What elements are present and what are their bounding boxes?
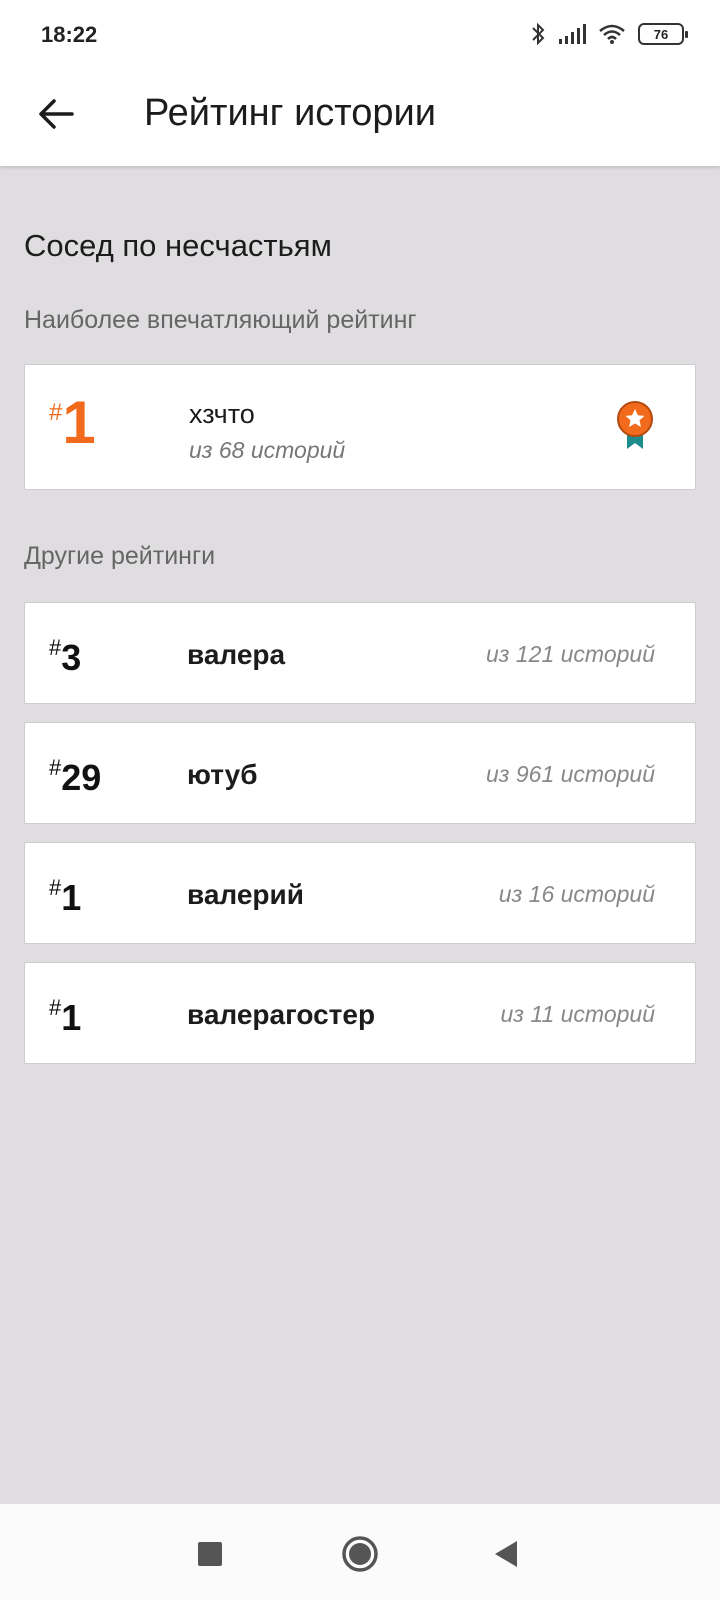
category-name: ютуб [187, 759, 258, 790]
rank-number: 1 [62, 389, 96, 456]
category-total: из 68 историй [189, 437, 346, 463]
rank-number: 3 [61, 637, 82, 678]
rating-row[interactable]: #3 валера из 121 историй [24, 602, 696, 704]
home-circle-icon [342, 1536, 378, 1572]
rank-hash: # [49, 635, 62, 660]
system-nav-bar [0, 1504, 720, 1600]
category-name: хзчто [189, 399, 255, 429]
rank: #1 [49, 995, 82, 1039]
rank: #29 [49, 755, 102, 799]
arrow-left-icon [39, 99, 74, 129]
home-button[interactable] [340, 1534, 380, 1574]
rank: #1 [49, 875, 82, 919]
rating-row[interactable]: #1 валерагостер из 11 историй [24, 962, 696, 1064]
category-name: валерагостер [187, 999, 376, 1030]
back-button[interactable] [32, 90, 80, 138]
rank-number: 1 [61, 997, 82, 1038]
rank-hash: # [49, 399, 63, 426]
wifi-icon [599, 24, 625, 44]
rank-hash: # [49, 995, 62, 1020]
best-rank: #1 [49, 391, 96, 455]
system-back-button[interactable] [486, 1534, 526, 1574]
award-ribbon-icon [617, 401, 653, 449]
recents-square-icon [198, 1542, 222, 1566]
rating-row[interactable]: #1 валерий из 16 историй [24, 842, 696, 944]
battery-icon: 76 [638, 23, 688, 45]
rank-hash: # [49, 875, 62, 900]
rank-number: 1 [61, 877, 82, 918]
rank-hash: # [49, 755, 62, 780]
category-name: валерий [187, 879, 304, 910]
category-total: из 16 историй [498, 881, 655, 907]
status-bar: 18:22 76 [0, 0, 720, 70]
best-rating-card[interactable]: #1 хзчто из 68 историй [24, 364, 696, 490]
other-ratings-label: Другие рейтинги [24, 542, 216, 570]
recents-button[interactable] [190, 1534, 230, 1574]
back-triangle-icon [495, 1541, 517, 1567]
page-title: Рейтинг истории [144, 92, 436, 134]
best-rating-label: Наиболее впечатляющий рейтинг [24, 306, 417, 334]
category-total: из 121 историй [486, 641, 655, 667]
rank: #3 [49, 635, 82, 679]
status-time: 18:22 [41, 22, 98, 47]
signal-icon [559, 24, 586, 44]
rank-number: 29 [61, 757, 102, 798]
rating-row[interactable]: #29 ютуб из 961 историй [24, 722, 696, 824]
category-total: из 961 историй [486, 761, 655, 787]
battery-level: 76 [653, 26, 669, 42]
app-bar: Рейтинг истории [0, 70, 720, 166]
story-title: Сосед по несчастьям [24, 228, 332, 263]
status-icons: 76 [530, 22, 688, 46]
category-total: из 11 историй [500, 1001, 656, 1027]
bluetooth-icon [532, 22, 545, 46]
category-name: валера [187, 639, 286, 670]
